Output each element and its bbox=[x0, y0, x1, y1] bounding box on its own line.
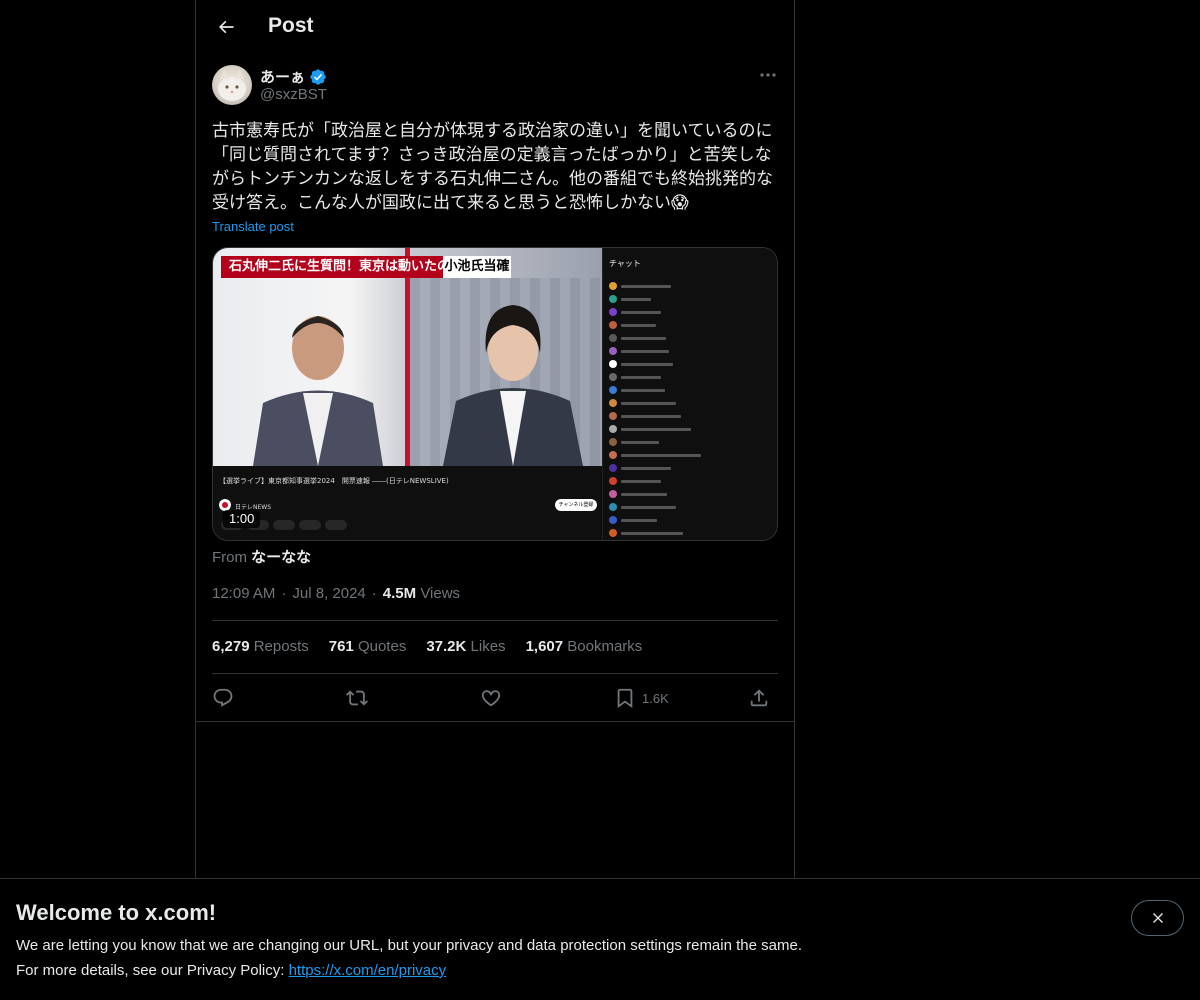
main-column: Post あーぁ @sxzBST 古市憲寿氏が「政治屋と自分が体現する政治家の違… bbox=[195, 0, 795, 1000]
source-attribution: From なーなな bbox=[212, 546, 311, 567]
video-divider-bar bbox=[405, 248, 410, 466]
video-media[interactable]: 石丸伸二氏に生質問！東京は動いたのか 小池氏当確 【選挙ライブ】東京都知事選挙2… bbox=[212, 247, 778, 541]
welcome-title: Welcome to x.com! bbox=[16, 900, 217, 925]
divider bbox=[212, 620, 778, 621]
avatar[interactable] bbox=[212, 65, 252, 105]
page-title: Post bbox=[268, 14, 314, 37]
welcome-banner: Welcome to x.com! We are letting you kno… bbox=[0, 878, 1200, 1000]
more-dots-icon bbox=[760, 73, 776, 77]
like-button[interactable] bbox=[480, 684, 502, 712]
person-left-figure bbox=[253, 316, 383, 466]
video-chat-panel: チャット bbox=[602, 248, 777, 540]
stat-likes[interactable]: 37.2K Likes bbox=[426, 638, 505, 655]
meta-separator: · bbox=[281, 585, 287, 602]
source-label: From bbox=[212, 549, 247, 566]
divider bbox=[212, 673, 778, 674]
author-handle[interactable]: @sxzBST bbox=[260, 86, 327, 103]
post-stats: 6,279 Reposts 761 Quotes 37.2K Likes 1,6… bbox=[212, 638, 642, 655]
privacy-notice-text: For more details, see our Privacy Policy… bbox=[16, 962, 289, 979]
video-subscribe-button: チャンネル登録 bbox=[555, 499, 597, 511]
bookmark-count: 1.6K bbox=[642, 690, 669, 706]
arrow-left-icon bbox=[219, 20, 234, 34]
close-banner-button[interactable] bbox=[1131, 900, 1184, 936]
author-name[interactable]: あーぁ bbox=[260, 66, 327, 87]
divider bbox=[196, 721, 794, 722]
meta-separator: · bbox=[371, 585, 377, 602]
chat-header: チャット bbox=[609, 259, 641, 268]
stat-bookmarks[interactable]: 1,607 Bookmarks bbox=[526, 638, 643, 655]
video-duration-badge: 1:00 bbox=[223, 510, 261, 528]
repost-icon bbox=[346, 690, 368, 706]
privacy-notice: For more details, see our Privacy Policy… bbox=[16, 962, 446, 979]
close-icon bbox=[1152, 913, 1163, 923]
privacy-policy-link[interactable]: https://x.com/en/privacy bbox=[289, 962, 447, 979]
post-header: Post bbox=[196, 0, 794, 54]
stat-quotes[interactable]: 761 Quotes bbox=[329, 638, 407, 655]
author-display-name: あーぁ bbox=[260, 69, 306, 86]
share-button[interactable] bbox=[748, 684, 770, 712]
post-date[interactable]: Jul 8, 2024 bbox=[292, 585, 365, 602]
translate-post-link[interactable]: Translate post bbox=[212, 219, 294, 234]
reply-icon bbox=[213, 688, 233, 707]
welcome-message: We are letting you know that we are chan… bbox=[16, 937, 802, 954]
post-actions: 1.6K bbox=[212, 684, 778, 712]
verified-badge-icon bbox=[310, 68, 326, 85]
tweet-text: 古市憲寿氏が「政治屋と自分が体現する政治家の違い」を聞いているのに「同じ質問され… bbox=[212, 121, 773, 213]
post-meta: 12:09 AM · Jul 8, 2024 · 4.5M Views bbox=[212, 585, 460, 602]
heart-icon bbox=[481, 690, 501, 707]
bookmark-icon bbox=[617, 688, 633, 709]
bookmark-button[interactable]: 1.6K bbox=[614, 684, 669, 712]
share-icon bbox=[750, 689, 768, 707]
views-count: 4.5M bbox=[382, 585, 417, 602]
person-right-figure bbox=[443, 305, 583, 466]
reply-button[interactable] bbox=[212, 684, 234, 712]
source-name[interactable]: なーなな bbox=[251, 549, 311, 566]
post-time[interactable]: 12:09 AM bbox=[212, 585, 275, 602]
more-options-button[interactable] bbox=[754, 64, 782, 86]
stat-reposts[interactable]: 6,279 Reposts bbox=[212, 638, 309, 655]
cat-avatar-icon bbox=[218, 69, 246, 101]
video-banner-tag: 小池氏当確 bbox=[443, 256, 511, 278]
repost-button[interactable] bbox=[346, 684, 368, 712]
video-title: 【選挙ライブ】東京都知事選挙2024 開票速報 ――(日テレNEWSLIVE) bbox=[219, 477, 449, 485]
views-label: Views bbox=[420, 585, 461, 602]
back-button[interactable] bbox=[208, 9, 244, 45]
